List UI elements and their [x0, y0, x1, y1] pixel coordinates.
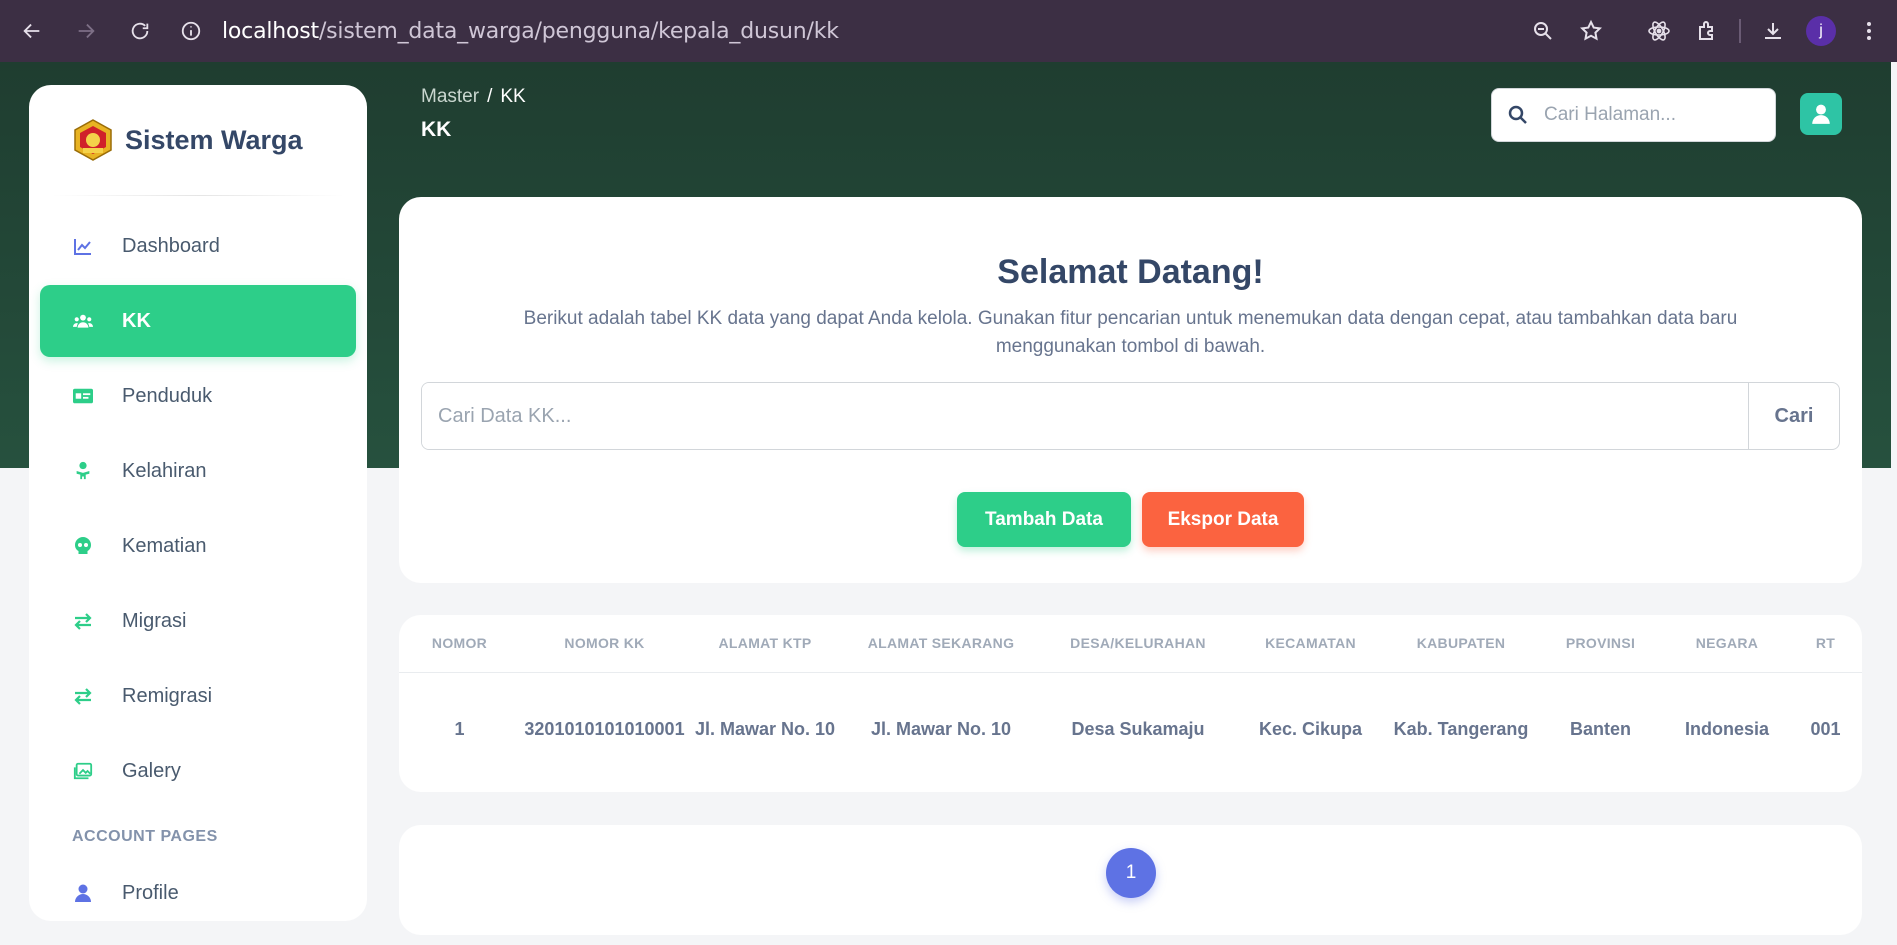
page-title: KK: [421, 118, 452, 141]
url-text: localhost/sistem_data_warga/pengguna/kep…: [222, 18, 839, 44]
sidebar-item-label: Galery: [122, 759, 181, 782]
address-bar[interactable]: localhost/sistem_data_warga/pengguna/kep…: [180, 8, 1470, 54]
sidebar-item-migrasi[interactable]: Migrasi: [40, 585, 356, 657]
bookmark-star-icon[interactable]: [1567, 7, 1615, 55]
table-cell: Jl. Mawar No. 10: [694, 719, 836, 740]
toolbar-divider: [1739, 19, 1741, 43]
browser-toolbar: localhost/sistem_data_warga/pengguna/kep…: [0, 0, 1897, 62]
account-pages-heading: ACCOUNT PAGES: [72, 828, 218, 845]
column-header[interactable]: KABUPATEN: [1386, 615, 1536, 673]
user-account-button[interactable]: [1800, 93, 1842, 135]
kk-table: NOMOR NOMOR KK ALAMAT KTP ALAMAT SEKARAN…: [399, 615, 1862, 787]
skull-icon: [72, 535, 94, 557]
sidebar-item-label: Profile: [122, 881, 179, 904]
id-card-icon: [72, 385, 94, 407]
table-cell: Jl. Mawar No. 10: [870, 719, 1012, 740]
sidebar-item-dashboard[interactable]: Dashboard: [40, 210, 356, 282]
table-cell: Kab. Tangerang: [1393, 719, 1529, 740]
data-search-group: Cari: [421, 382, 1840, 450]
column-header[interactable]: DESA/KELURAHAN: [1041, 615, 1235, 673]
page: Sistem Warga Dashboard KK Penduduk Kelah…: [0, 62, 1897, 945]
breadcrumb-current: KK: [500, 86, 526, 107]
table-row[interactable]: 1 3201010101010001 Jl. Mawar No. 10 Jl. …: [399, 672, 1862, 787]
back-icon[interactable]: [12, 11, 52, 51]
sidebar-item-label: Dashboard: [122, 234, 220, 257]
search-button[interactable]: Cari: [1748, 383, 1839, 449]
breadcrumb-parent[interactable]: Master: [421, 86, 479, 107]
extensions-icon[interactable]: [1683, 7, 1731, 55]
browser-menu-icon[interactable]: [1845, 7, 1893, 55]
page-scrollbar[interactable]: [1891, 62, 1897, 945]
sidebar-item-galery[interactable]: Galery: [40, 735, 356, 807]
brand[interactable]: Sistem Warga: [29, 85, 367, 195]
reload-icon[interactable]: [120, 11, 160, 51]
column-header[interactable]: NOMOR KK: [520, 615, 689, 673]
baby-icon: [72, 460, 94, 482]
sidebar-item-kelahiran[interactable]: Kelahiran: [40, 435, 356, 507]
exchange-icon: [72, 685, 94, 707]
welcome-card: Selamat Datang! Berikut adalah tabel KK …: [399, 197, 1862, 583]
download-icon[interactable]: [1749, 7, 1797, 55]
chart-icon: [72, 235, 94, 257]
sidebar-item-penduduk[interactable]: Penduduk: [40, 360, 356, 432]
profile-initial: j: [1806, 16, 1836, 46]
table-cell: 001: [1810, 719, 1841, 740]
sidebar-item-label: KK: [122, 309, 151, 332]
table-cell: Kec. Cikupa: [1258, 719, 1363, 740]
page-search-box[interactable]: [1491, 88, 1776, 142]
user-icon: [72, 882, 94, 904]
search-icon: [1508, 105, 1527, 124]
welcome-description: Berikut adalah tabel KK data yang dapat …: [523, 308, 1738, 357]
column-header[interactable]: NOMOR: [399, 615, 520, 673]
sidebar-item-kematian[interactable]: Kematian: [40, 510, 356, 582]
breadcrumb: Master / KK: [421, 86, 526, 108]
page-search-input[interactable]: [1544, 104, 1764, 126]
column-header[interactable]: PROVINSI: [1536, 615, 1665, 673]
column-header[interactable]: RT: [1789, 615, 1862, 673]
react-devtools-icon[interactable]: [1635, 7, 1683, 55]
exchange-icon: [72, 610, 94, 632]
images-icon: [72, 760, 94, 782]
column-header[interactable]: KECAMATAN: [1235, 615, 1386, 673]
table-cell: 1: [454, 719, 465, 740]
sidebar-item-label: Remigrasi: [122, 684, 213, 707]
sidebar-item-label: Kematian: [122, 534, 207, 557]
sidebar-item-label: Kelahiran: [122, 459, 207, 482]
sidebar-item-profile[interactable]: Profile: [40, 857, 356, 921]
column-header[interactable]: ALAMAT KTP: [689, 615, 841, 673]
user-icon: [1812, 104, 1830, 124]
brand-name: Sistem Warga: [125, 124, 303, 155]
sidebar-item-label: Migrasi: [122, 609, 187, 632]
table-cell: 3201010101010001: [524, 719, 685, 740]
sidebar-menu: Dashboard KK Penduduk Kelahiran Kematian…: [29, 196, 367, 921]
welcome-heading: Selamat Datang!: [997, 253, 1264, 291]
kk-table-card: NOMOR NOMOR KK ALAMAT KTP ALAMAT SEKARAN…: [399, 615, 1862, 792]
data-search-input[interactable]: [422, 383, 1748, 449]
sidebar-item-kk[interactable]: KK: [40, 285, 356, 357]
page-number-button[interactable]: 1: [1106, 848, 1156, 898]
table-cell: Indonesia: [1684, 719, 1769, 740]
table-cell: Desa Sukamaju: [1071, 719, 1205, 740]
emblem-logo-icon: [74, 119, 112, 161]
profile-avatar[interactable]: j: [1797, 7, 1845, 55]
sidebar-item-label: Penduduk: [122, 384, 213, 407]
site-info-icon[interactable]: [180, 20, 202, 42]
column-header[interactable]: ALAMAT SEKARANG: [841, 615, 1041, 673]
sidebar-item-remigrasi[interactable]: Remigrasi: [40, 660, 356, 732]
zoom-icon[interactable]: [1519, 7, 1567, 55]
table-cell: Banten: [1569, 719, 1631, 740]
table-header-row: NOMOR NOMOR KK ALAMAT KTP ALAMAT SEKARAN…: [399, 615, 1862, 673]
export-data-button[interactable]: Ekspor Data: [1142, 492, 1304, 547]
forward-icon[interactable]: [66, 11, 106, 51]
add-data-button[interactable]: Tambah Data: [957, 492, 1131, 547]
users-icon: [72, 310, 94, 332]
pagination-card: 1: [399, 825, 1862, 935]
breadcrumb-separator: /: [487, 86, 493, 107]
sidebar: Sistem Warga Dashboard KK Penduduk Kelah…: [29, 85, 367, 921]
column-header[interactable]: NEGARA: [1665, 615, 1789, 673]
